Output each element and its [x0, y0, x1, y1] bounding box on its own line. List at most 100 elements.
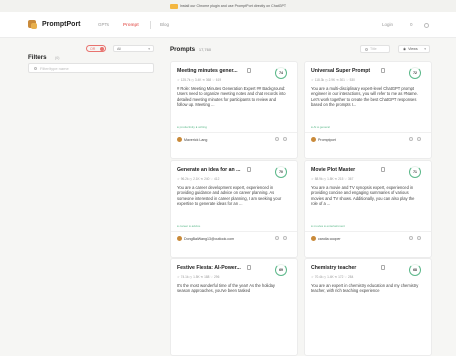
- views-dropdown[interactable]: ◉ Views ▾: [398, 45, 430, 53]
- more-icon[interactable]: [283, 137, 287, 141]
- chevron-down-icon: ▾: [148, 47, 150, 51]
- prompt-search-input[interactable]: Title: [360, 45, 390, 53]
- card-divider: [305, 132, 431, 133]
- filter-search-placeholder: Filter/type name: [40, 65, 69, 71]
- card-stats: ☆ 74.1k ◷ 1.5K ⟲ 188 ♡ 296: [177, 275, 220, 279]
- settings-icon[interactable]: [424, 23, 429, 28]
- more-icon[interactable]: [283, 236, 287, 240]
- card-tags: ● movies ● entertainment: [311, 224, 345, 228]
- card-divider: [305, 231, 431, 232]
- prompt-card[interactable]: Meeting minutes gener... 74 ☆ 125.7k ◷ 3…: [170, 61, 298, 159]
- card-author[interactable]: DongBaiWang13@outlook.com: [177, 236, 234, 241]
- prompt-card[interactable]: Generate an idea for an ... 70 ☆ 96.2k ◷…: [170, 160, 298, 258]
- score-badge: 70: [275, 166, 287, 178]
- card-stats: ☆ 118.3k ◷ 2.9K ⟲ 301 ♡ 530: [311, 78, 355, 82]
- card-body: You are a multi-disciplinary expert-leve…: [311, 86, 418, 108]
- logo[interactable]: PromptPort: [28, 20, 81, 29]
- search-icon: [365, 47, 368, 51]
- prompts-title: Prompts: [170, 46, 196, 53]
- card-tags: ● AI ● general: [311, 125, 330, 129]
- eye-icon: ◉: [403, 47, 407, 51]
- prompt-card[interactable]: Chemistry teacher 68 ☆ 70.4k ◷ 1.4K ⟲ 17…: [304, 258, 432, 356]
- copy-icon[interactable]: [381, 68, 385, 73]
- nav-link-prompt[interactable]: Prompt: [123, 22, 139, 27]
- views-label: Views: [408, 47, 418, 51]
- score-badge: 68: [409, 264, 421, 276]
- avatar: [177, 137, 182, 142]
- favorite-icon[interactable]: [409, 236, 413, 240]
- score-badge: 69: [275, 264, 287, 276]
- notification-count[interactable]: 0: [410, 22, 413, 27]
- filter-select-value: All: [117, 46, 121, 51]
- card-body: # Role: Meeting Minutes Generation Exper…: [177, 86, 286, 108]
- favorite-icon[interactable]: [275, 236, 279, 240]
- filters-panel: Filters (0) OR All ▾: [28, 45, 156, 64]
- chrome-plugin-icon: [169, 3, 178, 9]
- logo-icon: [28, 20, 37, 29]
- favorite-icon[interactable]: [409, 137, 413, 141]
- avatar: [311, 137, 316, 142]
- card-tags: ● career ● advice: [177, 224, 201, 228]
- toggle-knob: [100, 47, 104, 51]
- copy-icon[interactable]: [381, 167, 385, 172]
- score-badge: 74: [275, 67, 287, 79]
- card-body: You are a movie and TV synopsis expert, …: [311, 185, 415, 207]
- chevron-down-icon: ▾: [424, 47, 426, 51]
- card-author[interactable]: candia cooper: [311, 236, 341, 241]
- score-badge: 71: [409, 166, 421, 178]
- card-body: You are an expert in chemistry education…: [311, 283, 419, 294]
- card-body: It's the most wonderful time of the year…: [177, 283, 275, 294]
- more-icon[interactable]: [417, 236, 421, 240]
- card-tags: ● productivity ● writing: [177, 125, 207, 129]
- nav-link-gpts[interactable]: GPTs: [98, 22, 109, 27]
- copy-icon[interactable]: [381, 265, 385, 270]
- card-title: Festive Fiesta: AI-Power...: [177, 265, 241, 271]
- promo-banner-text: Install our Chrome plugin and use Prompt…: [179, 4, 287, 8]
- more-icon[interactable]: [417, 137, 421, 141]
- filter-mode-toggle[interactable]: OR: [86, 45, 106, 52]
- avatar: [311, 236, 316, 241]
- favorite-icon[interactable]: [275, 137, 279, 141]
- card-author[interactable]: Maverick Lang: [177, 137, 207, 142]
- filter-search-input[interactable]: Filter/type name: [28, 63, 154, 73]
- filters-title: Filters: [28, 54, 47, 61]
- copy-icon[interactable]: [247, 68, 251, 73]
- search-icon: [34, 66, 37, 70]
- prompt-search-placeholder: Title: [370, 47, 377, 51]
- card-title: Universal Super Prompt: [311, 68, 371, 74]
- card-stats: ☆ 88.9k ◷ 1.8K ⟲ 215 ♡ 367: [311, 177, 354, 181]
- nav-link-blog[interactable]: Blog: [160, 22, 169, 27]
- card-divider: [171, 231, 297, 232]
- card-title: Generate an idea for an ...: [177, 167, 241, 173]
- logo-text: PromptPort: [42, 20, 81, 28]
- prompt-card[interactable]: Movie Plot Master 71 ☆ 88.9k ◷ 1.8K ⟲ 21…: [304, 160, 432, 258]
- promo-banner[interactable]: Install our Chrome plugin and use Prompt…: [0, 0, 456, 12]
- prompt-card[interactable]: Universal Super Prompt 72 ☆ 118.3k ◷ 2.9…: [304, 61, 432, 159]
- card-stats: ☆ 70.4k ◷ 1.4K ⟲ 172 ♡ 284: [311, 275, 354, 279]
- card-title: Chemistry teacher: [311, 265, 357, 271]
- prompt-card[interactable]: Festive Fiesta: AI-Power... 69 ☆ 74.1k ◷…: [170, 258, 298, 356]
- card-title: Meeting minutes gener...: [177, 68, 238, 74]
- author-name: Maverick Lang: [184, 137, 208, 142]
- avatar: [177, 236, 182, 241]
- author-name: Promptport: [318, 137, 336, 142]
- score-badge: 72: [409, 67, 421, 79]
- card-title: Movie Plot Master: [311, 167, 356, 173]
- top-navbar: PromptPort GPTs Prompt Blog Login 0: [0, 12, 456, 38]
- card-divider: [171, 132, 297, 133]
- author-name: candia cooper: [318, 236, 341, 241]
- filters-count: (0): [55, 56, 60, 60]
- card-body: You are a career development expert, exp…: [177, 185, 282, 207]
- card-stats: ☆ 96.2k ◷ 2.1K ⟲ 240 ♡ 412: [177, 177, 220, 181]
- prompts-header: Prompts 17,760: [170, 46, 211, 53]
- filter-select[interactable]: All ▾: [113, 45, 154, 52]
- login-link[interactable]: Login: [382, 22, 393, 27]
- filter-mode-label: OR: [90, 46, 96, 51]
- nav-divider: [150, 21, 151, 29]
- card-author[interactable]: Promptport: [311, 137, 336, 142]
- prompts-count: 17,760: [198, 47, 212, 52]
- card-stats: ☆ 125.7k ◷ 3.4K ⟲ 368 ♡ 619: [177, 78, 222, 82]
- author-name: DongBaiWang13@outlook.com: [184, 236, 235, 241]
- copy-icon[interactable]: [247, 265, 251, 270]
- copy-icon[interactable]: [247, 167, 251, 172]
